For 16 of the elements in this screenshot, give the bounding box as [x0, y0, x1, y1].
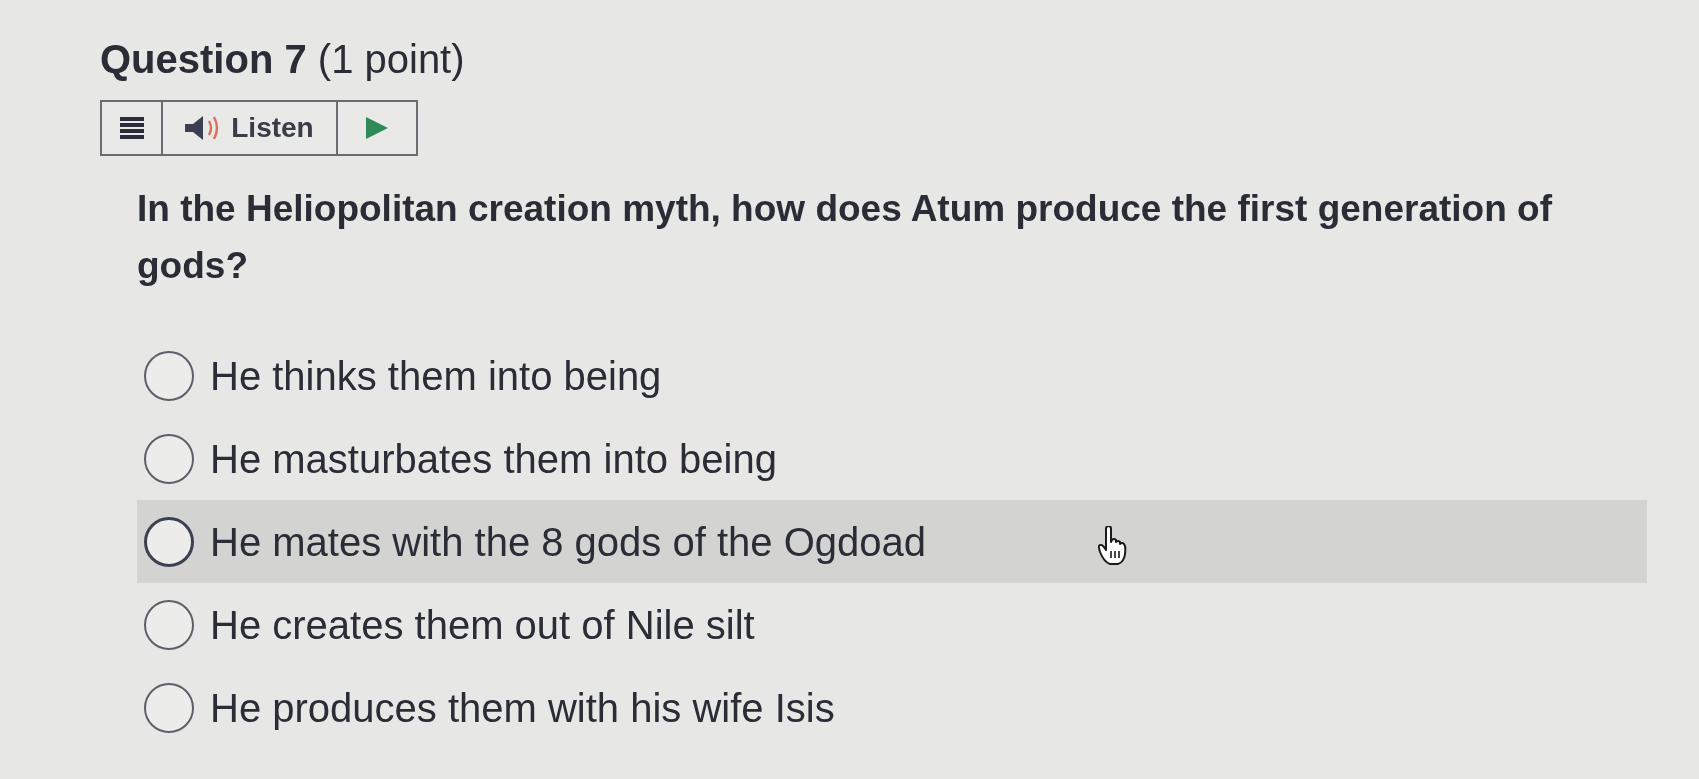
- hand-cursor-icon: [1098, 526, 1128, 566]
- answer-option-label[interactable]: He mates with the 8 gods of the Ogdoad: [210, 517, 926, 566]
- answer-option-label[interactable]: He masturbates them into being: [210, 434, 777, 483]
- answer-option-label[interactable]: He produces them with his wife Isis: [210, 683, 835, 732]
- radio-button[interactable]: [144, 682, 194, 733]
- radio-button[interactable]: [144, 599, 194, 650]
- question-text: In the Heliopolitan creation myth, how does Atum produce the first generation of gods?: [137, 187, 1553, 288]
- highlighted-answer-row[interactable]: He mates with the 8 gods of the Ogdoad: [137, 500, 1647, 583]
- menu-icon: [119, 117, 144, 139]
- radio-button[interactable]: [144, 516, 194, 567]
- radio-button[interactable]: [144, 350, 194, 401]
- question-heading: Question 7 (1 point): [100, 36, 465, 83]
- answer-option-label[interactable]: He creates them out of Nile silt: [210, 600, 755, 649]
- answer-option-label[interactable]: He thinks them into being: [210, 351, 662, 400]
- radio-button[interactable]: [144, 433, 194, 484]
- play-icon: [366, 117, 388, 139]
